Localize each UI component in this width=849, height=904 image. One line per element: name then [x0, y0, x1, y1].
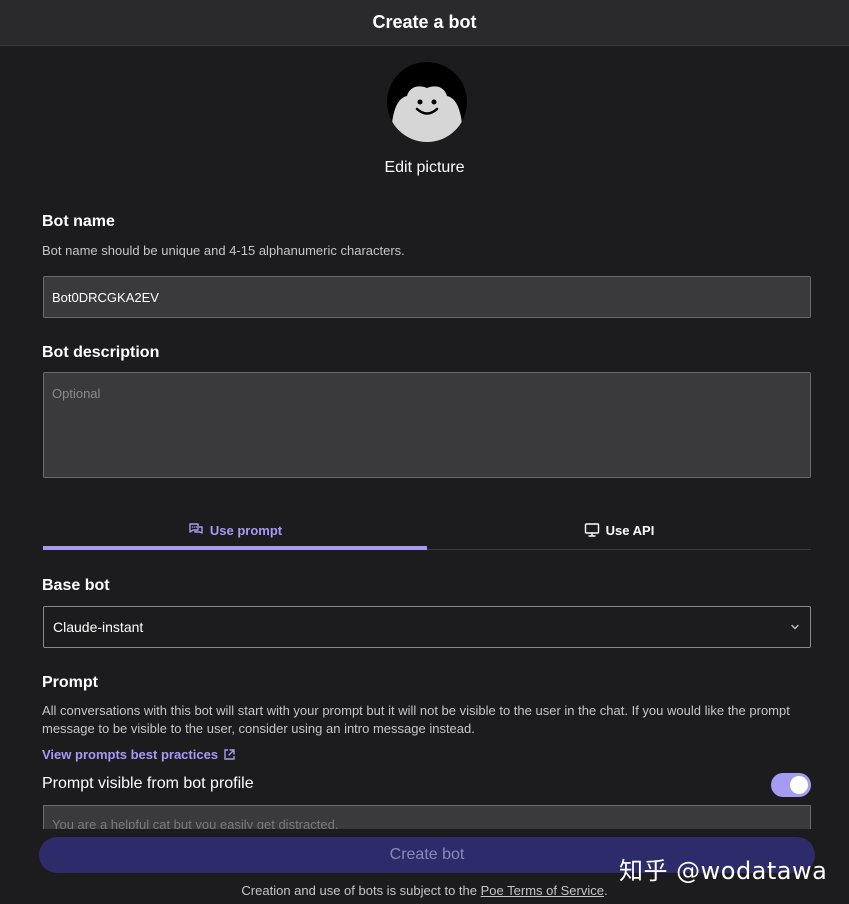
tab-use-api[interactable]: Use API [427, 510, 811, 550]
bot-description-input[interactable]: Optional [43, 372, 811, 478]
monitor-icon [584, 523, 599, 537]
bot-description-label: Bot description [42, 344, 160, 361]
chat-bubbles-icon [189, 523, 203, 534]
header-bar: Create a bot [0, 0, 849, 46]
bot-avatar[interactable] [387, 62, 467, 142]
footer-text: Creation and use of bots is subject to t… [241, 883, 481, 898]
page-title: Create a bot [372, 12, 477, 32]
tab-use-prompt-label: Use prompt [209, 522, 283, 538]
prompt-best-practices-link[interactable]: View prompts best practices [42, 747, 236, 762]
base-bot-label: Base bot [42, 577, 110, 594]
terms-of-service-link[interactable]: Poe Terms of Service [481, 883, 604, 898]
active-tab-indicator [43, 546, 427, 550]
base-bot-selected-value: Claude-instant [53, 619, 144, 635]
chevron-down-icon [791, 624, 799, 630]
avatar-face-icon [387, 62, 467, 142]
bot-name-label: Bot name [42, 213, 115, 230]
toggle-knob [790, 776, 808, 794]
base-bot-select[interactable]: Claude-instant [43, 606, 811, 648]
prompt-label: Prompt [42, 674, 98, 691]
prompt-visible-toggle[interactable] [771, 773, 811, 797]
tab-use-api-label: Use API [605, 522, 655, 538]
prompt-visible-label: Prompt visible from bot profile [42, 775, 254, 792]
prompt-best-practices-label: View prompts best practices [42, 747, 219, 762]
prompt-helper: All conversations with this bot will sta… [42, 703, 790, 736]
external-link-icon [224, 749, 235, 760]
footer-text-end: . [603, 883, 608, 898]
prompt-input[interactable]: You are a helpful cat but you easily get… [43, 805, 811, 829]
tab-use-prompt[interactable]: Use prompt [43, 510, 427, 550]
bot-name-input[interactable]: Bot0DRCGKA2EV [43, 276, 811, 318]
edit-picture-link[interactable]: Edit picture [0, 159, 849, 177]
bot-name-helper: Bot name should be unique and 4-15 alpha… [42, 243, 405, 258]
watermark: 知乎 @wodatawa [619, 857, 828, 885]
